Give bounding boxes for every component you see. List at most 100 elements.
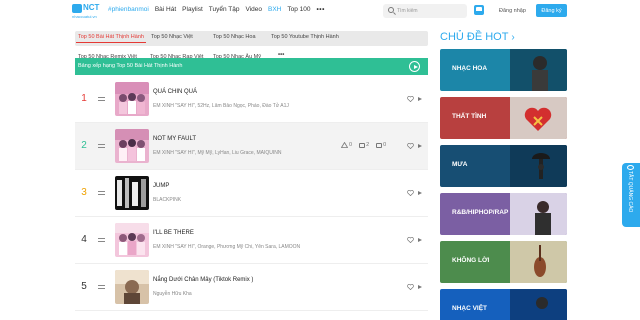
nav-item-phienbanmoi[interactable]: #phienbanmoi <box>108 6 149 13</box>
song-actions <box>407 190 425 198</box>
song-artist[interactable]: EM XINH "SAY HI", Mỹ Mỹ, LyHan, Liu Grac… <box>153 150 281 156</box>
song-thumbnail[interactable] <box>115 176 149 210</box>
chart-tabs: Top 50 Bài Hát Thịnh Hành Top 50 Nhạc Vi… <box>75 31 428 46</box>
hot-topics-label: CHỦ ĐỀ HOT <box>440 31 509 43</box>
song-actions <box>407 284 425 292</box>
song-row[interactable]: 3 JUMP BLACKPINK <box>75 170 428 217</box>
topic-label: R&B/HIPHOP/RAP <box>452 209 509 216</box>
hot-topics-title[interactable]: CHỦ ĐỀ HOT › <box>440 31 515 43</box>
song-artist[interactable]: EM XINH "SAY HI", 52Hz, Lâm Bảo Ngọc, Ph… <box>153 103 289 109</box>
banner-title: Bảng xếp hạng Top 50 Bài Hát Thịnh Hành <box>78 63 183 69</box>
stat-comments-count: 2 <box>366 142 370 148</box>
tab-top50-youtube[interactable]: Top 50 Youtube Thịnh Hành <box>271 34 339 40</box>
trend-equal-icon <box>98 191 105 195</box>
topic-label: NHẠC HOA <box>452 65 488 72</box>
song-actions <box>407 96 425 104</box>
song-artist[interactable]: EM XINH "SAY HI", Orange, Phương Mỹ Chi,… <box>153 244 300 250</box>
nav-more-icon[interactable]: ••• <box>317 6 325 13</box>
song-thumbnail[interactable] <box>115 270 149 304</box>
topic-card-nhac-viet[interactable]: NHẠC VIỆT <box>440 289 567 320</box>
tab-top50-thinh-hanh[interactable]: Top 50 Bài Hát Thịnh Hành <box>76 34 146 43</box>
topic-card-khong-loi[interactable]: KHÔNG LỜI <box>440 241 567 283</box>
song-actions <box>407 143 425 151</box>
trend-equal-icon <box>98 285 105 289</box>
main-nav: #phienbanmoi Bài Hát Playlist Tuyển Tập … <box>108 6 325 13</box>
stat-likes[interactable]: 0 <box>341 142 352 148</box>
nav-item-bxh[interactable]: BXH <box>268 6 281 13</box>
heart-icon[interactable] <box>407 237 414 243</box>
topic-label: NHẠC VIỆT <box>452 305 488 312</box>
stat-shares[interactable]: 0 <box>376 142 386 148</box>
song-row[interactable]: 2 NOT MY FAULT EM XINH "SAY HI", Mỹ Mỹ, … <box>75 123 428 170</box>
play-icon[interactable] <box>418 191 422 195</box>
logo-icon <box>72 4 82 13</box>
ad-toggle-tab[interactable]: TẮT QUẢNG CÁO <box>622 163 640 227</box>
song-stats: 0 2 0 <box>341 142 386 148</box>
tab-top50-nhac-hoa[interactable]: Top 50 Nhạc Hoa <box>213 34 256 40</box>
song-row[interactable]: 1 QUÁ CHIN QUÁ EM XINH "SAY HI", 52Hz, L… <box>75 76 428 123</box>
song-title[interactable]: QUÁ CHIN QUÁ <box>153 89 197 95</box>
topic-card-that-tinh[interactable]: THẤT TÌNH <box>440 97 567 139</box>
song-thumbnail[interactable] <box>115 223 149 257</box>
comment-icon <box>359 142 366 148</box>
trend-equal-icon <box>98 238 105 242</box>
ad-toggle-label: TẮT QUẢNG CÁO <box>627 171 633 213</box>
topic-card-rnb-hiphop-rap[interactable]: R&B/HIPHOP/RAP <box>440 193 567 235</box>
topic-card-nhac-hoa[interactable]: NHẠC HOA <box>440 49 567 91</box>
song-rank: 1 <box>81 93 87 104</box>
upgrade-icon[interactable] <box>474 5 484 15</box>
heart-icon[interactable] <box>407 96 414 102</box>
heart-icon[interactable] <box>407 143 414 149</box>
heart-icon[interactable] <box>407 284 414 290</box>
stat-comments[interactable]: 2 <box>359 142 369 148</box>
song-rank: 4 <box>81 234 87 245</box>
song-title[interactable]: NOT MY FAULT <box>153 136 196 142</box>
song-row[interactable]: 4 I'LL BE THERE EM XINH "SAY HI", Orange… <box>75 217 428 264</box>
song-rank: 3 <box>81 187 87 198</box>
logo-subtext: nhaccuatui.vn <box>72 14 97 19</box>
play-icon[interactable] <box>418 238 422 242</box>
stat-shares-count: 0 <box>383 142 387 148</box>
nav-item-bai-hat[interactable]: Bài Hát <box>155 6 176 13</box>
topic-label: MƯA <box>452 161 468 168</box>
login-link[interactable]: Đăng nhập <box>499 8 526 14</box>
stat-likes-count: 0 <box>349 142 353 148</box>
search-icon[interactable] <box>388 7 394 13</box>
song-rank: 5 <box>81 281 87 292</box>
song-artist[interactable]: Nguyễn Hữu Kha <box>153 291 192 297</box>
nav-item-tuyen-tap[interactable]: Tuyển Tập <box>209 6 240 13</box>
tab-top50-nhac-viet[interactable]: Top 50 Nhạc Việt <box>151 34 193 40</box>
nct-logo[interactable]: NCT nhaccuatui.vn <box>72 3 108 21</box>
play-icon[interactable] <box>418 285 422 289</box>
heart-icon[interactable] <box>407 190 414 196</box>
signup-button[interactable]: Đăng ký <box>536 4 567 17</box>
song-row[interactable]: 5 Nắng Dưới Chân Mây (Tiktok Remix ) Ngu… <box>75 264 428 311</box>
chart-banner: Bảng xếp hạng Top 50 Bài Hát Thịnh Hành <box>75 58 428 75</box>
topic-card-mua[interactable]: MƯA <box>440 145 567 187</box>
trend-equal-icon <box>98 144 105 148</box>
share-icon <box>376 142 383 148</box>
header: NCT nhaccuatui.vn #phienbanmoi Bài Hát P… <box>0 0 640 24</box>
song-actions <box>407 237 425 245</box>
search-input[interactable] <box>397 6 463 16</box>
song-thumbnail[interactable] <box>115 129 149 163</box>
chevron-right-icon: › <box>511 32 515 43</box>
song-rank: 2 <box>81 140 87 151</box>
song-artist[interactable]: BLACKPINK <box>153 197 181 203</box>
topic-label: THẤT TÌNH <box>452 113 487 120</box>
nav-item-playlist[interactable]: Playlist <box>182 6 203 13</box>
play-all-icon[interactable] <box>409 61 420 72</box>
song-title[interactable]: JUMP <box>153 183 169 189</box>
song-thumbnail[interactable] <box>115 82 149 116</box>
nav-item-top-100[interactable]: Top 100 <box>287 6 310 13</box>
nav-item-video[interactable]: Video <box>245 6 262 13</box>
play-icon[interactable] <box>418 97 422 101</box>
song-title[interactable]: I'LL BE THERE <box>153 230 194 236</box>
search-box <box>383 4 467 18</box>
page: NCT nhaccuatui.vn #phienbanmoi Bài Hát P… <box>0 0 640 320</box>
trend-equal-icon <box>98 97 105 101</box>
topic-label: KHÔNG LỜI <box>452 257 490 264</box>
play-icon[interactable] <box>418 144 422 148</box>
warning-icon <box>341 142 348 148</box>
song-title[interactable]: Nắng Dưới Chân Mây (Tiktok Remix ) <box>153 277 253 283</box>
